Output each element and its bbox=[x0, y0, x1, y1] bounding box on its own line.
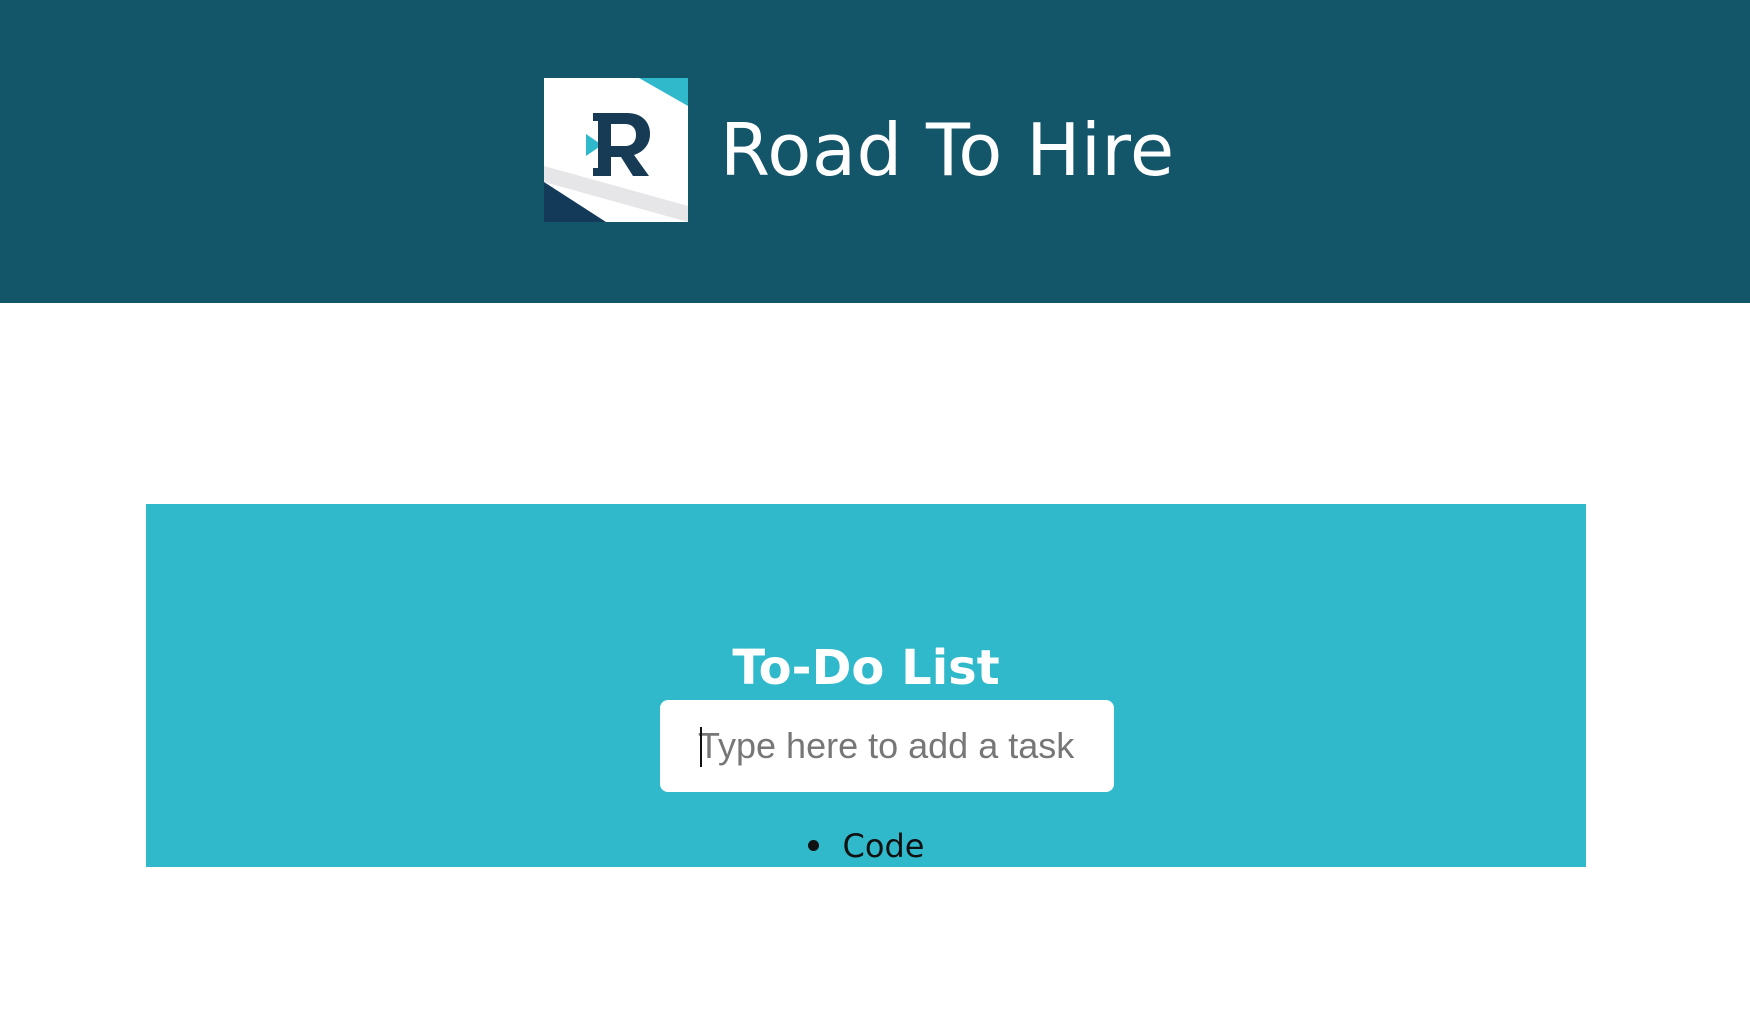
task-item-label: Code bbox=[842, 827, 925, 865]
task-item[interactable]: Code bbox=[146, 826, 1586, 866]
todo-panel: To-Do List Code bbox=[146, 504, 1586, 867]
task-input[interactable] bbox=[660, 700, 1114, 792]
todo-title: To-Do List bbox=[732, 640, 1000, 697]
brand: Road To Hire bbox=[544, 78, 1175, 222]
task-list: Code bbox=[146, 826, 1586, 866]
brand-title: Road To Hire bbox=[720, 108, 1175, 192]
site-header: Road To Hire bbox=[0, 0, 1750, 303]
text-caret bbox=[700, 727, 702, 767]
road-to-hire-logo-icon bbox=[544, 78, 688, 222]
bullet-icon bbox=[807, 839, 819, 851]
